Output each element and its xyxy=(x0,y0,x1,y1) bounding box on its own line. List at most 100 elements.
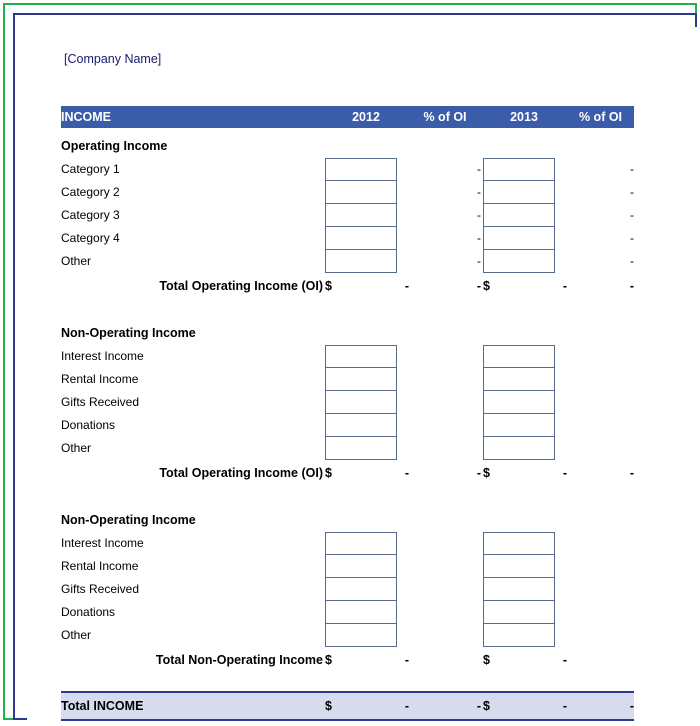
pct-value-2012 xyxy=(409,368,481,391)
amount-input-2013[interactable] xyxy=(481,555,567,578)
table-row: Category 1 - - xyxy=(61,158,634,181)
amount-input-2013[interactable] xyxy=(481,368,567,391)
pct-value-2012 xyxy=(409,555,481,578)
pct-value-2013: - xyxy=(630,208,634,222)
total-pct-2013 xyxy=(567,647,634,673)
row-label: Other xyxy=(61,254,92,268)
pct-value-2012: - xyxy=(477,231,481,245)
income-statement: INCOME 2012 % of OI 2013 % of OI Operati… xyxy=(61,106,634,721)
pct-value-2012 xyxy=(409,437,481,460)
amount-input-2013[interactable] xyxy=(481,204,567,227)
table-row: Rental Income xyxy=(61,368,634,391)
section-title-operating-income: Operating Income xyxy=(61,139,168,153)
pct-value-2012: - xyxy=(477,208,481,222)
amount-input-2013[interactable] xyxy=(481,250,567,273)
section-title-non-operating-income-1: Non-Operating Income xyxy=(61,326,196,340)
pct-value-2012 xyxy=(409,345,481,368)
pct-value-2013 xyxy=(567,624,634,647)
amount-input-2013[interactable] xyxy=(481,391,567,414)
header-pct-1: % of OI xyxy=(409,106,481,128)
amount-input-2012[interactable] xyxy=(323,414,409,437)
amount-input-2012[interactable] xyxy=(323,601,409,624)
table-row: Category 4 - - xyxy=(61,227,634,250)
amount-input-2012[interactable] xyxy=(323,578,409,601)
inner-blue-border: [Company Name] INCOME 2012 % of OI 2013 … xyxy=(13,13,700,726)
total-pct-2012: - xyxy=(476,466,481,480)
pct-value-2012 xyxy=(409,601,481,624)
total-value-2013: - xyxy=(562,279,567,293)
section-total-row: Total Operating Income (OI) $ - - $ - - xyxy=(61,273,634,299)
amount-input-2013[interactable] xyxy=(481,414,567,437)
income-table: INCOME 2012 % of OI 2013 % of OI Operati… xyxy=(61,106,634,721)
amount-input-2012[interactable] xyxy=(323,158,409,181)
currency-symbol: $ xyxy=(483,653,490,667)
header-pct-2: % of OI xyxy=(567,106,634,128)
amount-input-2013[interactable] xyxy=(481,601,567,624)
row-label: Category 1 xyxy=(61,162,120,176)
table-row: Donations xyxy=(61,601,634,624)
row-label: Other xyxy=(61,628,92,642)
amount-input-2012[interactable] xyxy=(323,227,409,250)
section-title-row: Operating Income xyxy=(61,134,634,158)
section-title-row: Non-Operating Income xyxy=(61,321,634,345)
pct-value-2012 xyxy=(409,624,481,647)
total-value-2012: - xyxy=(404,653,409,667)
total-label: Total Operating Income (OI) xyxy=(159,466,323,480)
amount-input-2012[interactable] xyxy=(323,181,409,204)
pct-value-2013 xyxy=(567,345,634,368)
total-amount-2012: $ - xyxy=(323,273,409,299)
row-label: Rental Income xyxy=(61,372,139,386)
amount-input-2012[interactable] xyxy=(323,624,409,647)
total-value-2012: - xyxy=(404,279,409,293)
total-pct-2013: - xyxy=(629,279,634,293)
pct-value-2013: - xyxy=(630,254,634,268)
spacer xyxy=(61,486,634,508)
amount-input-2013[interactable] xyxy=(481,624,567,647)
total-amount-2013: $ - xyxy=(481,273,567,299)
amount-input-2013[interactable] xyxy=(481,158,567,181)
currency-symbol: $ xyxy=(325,466,332,480)
amount-input-2013[interactable] xyxy=(481,227,567,250)
currency-symbol: $ xyxy=(483,466,490,480)
total-value-2013: - xyxy=(562,653,567,667)
amount-input-2013[interactable] xyxy=(481,345,567,368)
amount-input-2013[interactable] xyxy=(481,578,567,601)
amount-input-2013[interactable] xyxy=(481,181,567,204)
pct-value-2013 xyxy=(567,532,634,555)
company-name: [Company Name] xyxy=(64,52,162,66)
total-label: Total Operating Income (OI) xyxy=(159,279,323,293)
row-label: Category 2 xyxy=(61,185,120,199)
section-title-row: Non-Operating Income xyxy=(61,508,634,532)
amount-input-2012[interactable] xyxy=(323,204,409,227)
spacer xyxy=(61,673,634,692)
pct-value-2013: - xyxy=(630,162,634,176)
currency-symbol: $ xyxy=(483,699,490,713)
pct-value-2013 xyxy=(567,391,634,414)
amount-input-2012[interactable] xyxy=(323,368,409,391)
amount-input-2012[interactable] xyxy=(323,250,409,273)
pct-value-2012: - xyxy=(477,162,481,176)
amount-input-2013[interactable] xyxy=(481,532,567,555)
amount-input-2012[interactable] xyxy=(323,532,409,555)
amount-input-2013[interactable] xyxy=(481,437,567,460)
row-label: Gifts Received xyxy=(61,582,140,596)
pct-value-2012 xyxy=(409,391,481,414)
amount-input-2012[interactable] xyxy=(323,345,409,368)
grand-total-amount-2013: $ - xyxy=(481,691,567,721)
pct-value-2013 xyxy=(567,437,634,460)
row-label: Interest Income xyxy=(61,349,144,363)
amount-input-2012[interactable] xyxy=(323,555,409,578)
currency-symbol: $ xyxy=(325,279,332,293)
table-row: Category 3 - - xyxy=(61,204,634,227)
total-amount-2013: $ - xyxy=(481,647,567,673)
grand-total-amount-2012: $ - xyxy=(323,691,409,721)
grand-total-row: Total INCOME $ - - $ - - xyxy=(61,691,634,721)
total-pct-2012 xyxy=(409,647,481,673)
pct-value-2013: - xyxy=(630,231,634,245)
total-label: Total Non-Operating Income xyxy=(155,653,323,667)
currency-symbol: $ xyxy=(325,699,332,713)
header-year-1: 2012 xyxy=(323,106,409,128)
amount-input-2012[interactable] xyxy=(323,437,409,460)
currency-symbol: $ xyxy=(325,653,332,667)
amount-input-2012[interactable] xyxy=(323,391,409,414)
